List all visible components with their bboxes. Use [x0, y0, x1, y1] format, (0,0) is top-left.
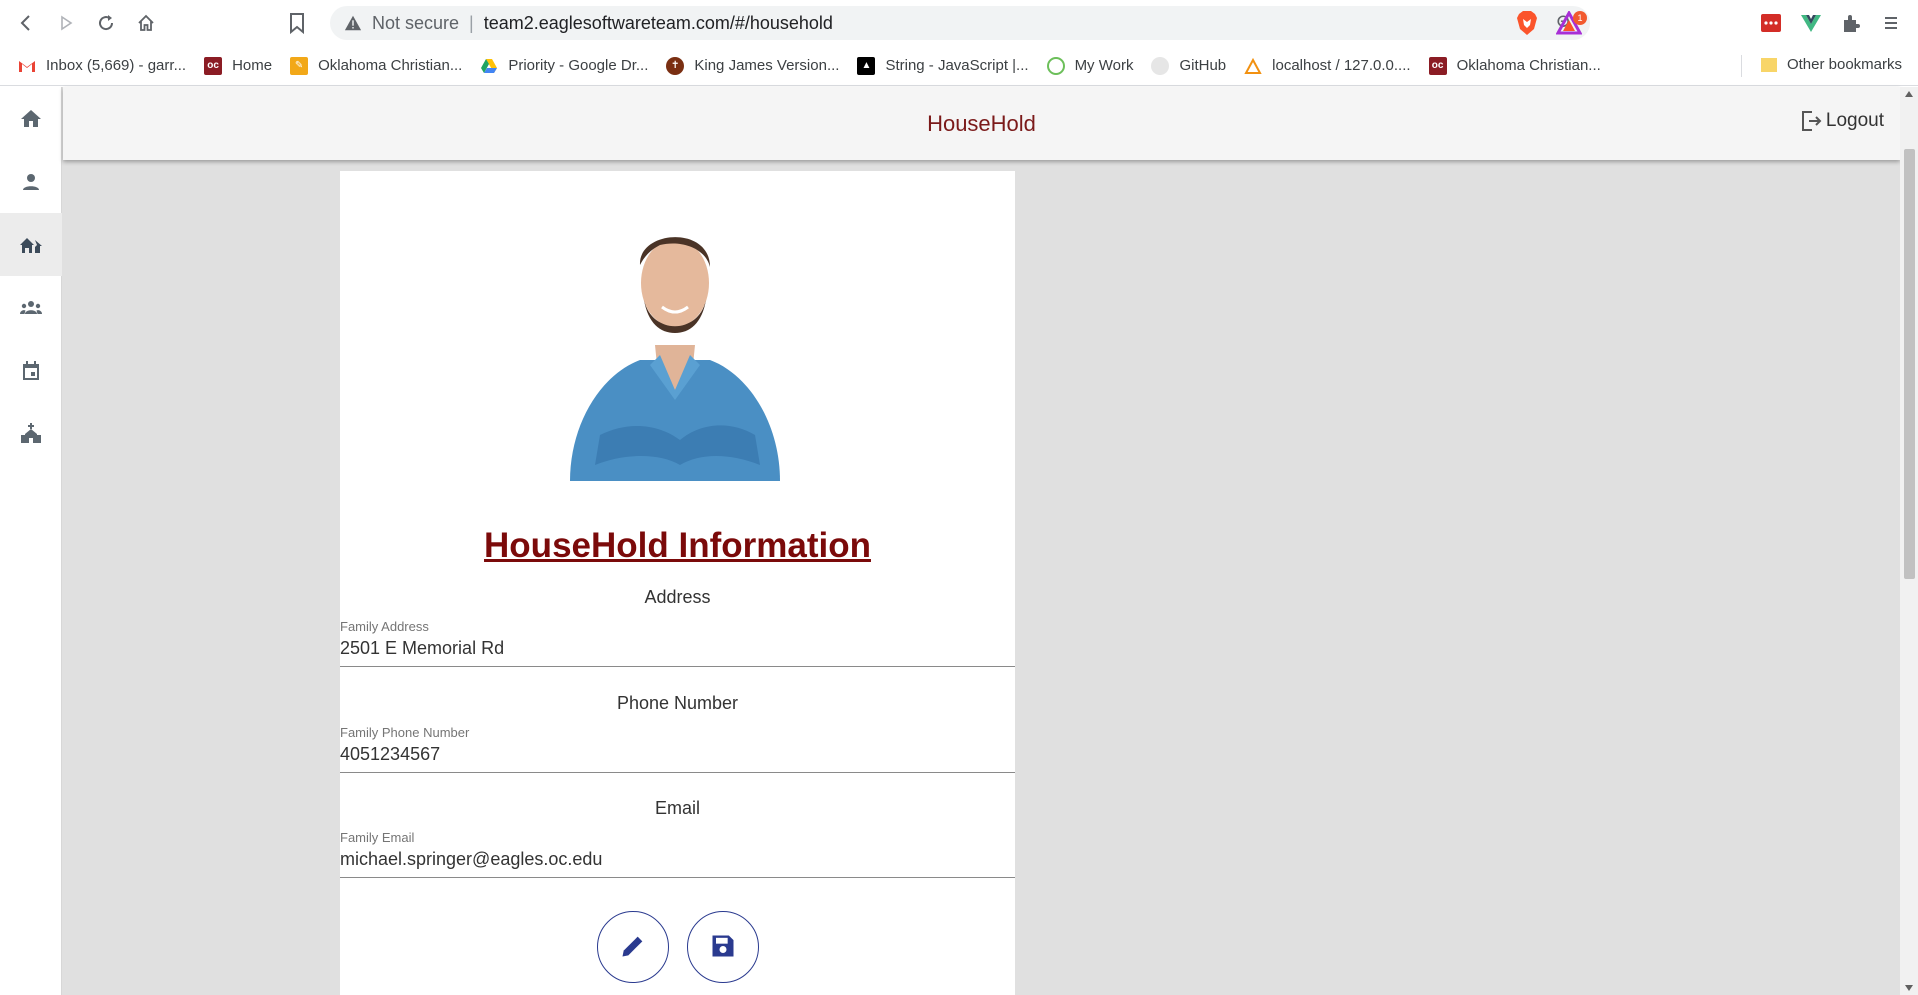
sidebar-item-church[interactable]	[0, 402, 62, 465]
page-title: HouseHold	[927, 110, 1036, 136]
scroll-down-arrow[interactable]	[1905, 985, 1913, 991]
scroll-thumb[interactable]	[1904, 149, 1915, 579]
arrow-forward-icon	[61, 15, 73, 31]
lastpass-icon[interactable]	[1760, 12, 1782, 34]
sidebar	[0, 87, 62, 995]
sidebar-item-calendar[interactable]	[0, 339, 62, 402]
bookmark-label: My Work	[1074, 57, 1134, 74]
sidebar-item-groups[interactable]	[0, 276, 62, 339]
phone-label: Family Phone Number	[340, 725, 470, 740]
groups-icon	[20, 300, 42, 314]
person-icon	[23, 173, 39, 190]
bookmark-item[interactable]: GitHub	[1151, 56, 1227, 75]
profile-photo	[570, 237, 780, 481]
home-outline-icon	[138, 14, 154, 31]
bookmark-item[interactable]: ▲ String - JavaScript |...	[857, 56, 1029, 75]
url-text: team2.eaglesoftwareteam.com/#/household	[483, 12, 833, 33]
other-bookmarks-label: Other bookmarks	[1786, 56, 1902, 73]
bookmark-label: localhost / 127.0.0....	[1272, 57, 1411, 74]
address-section-label: Address	[644, 587, 711, 607]
not-secure-label: Not secure	[372, 12, 460, 33]
address-label: Family Address	[340, 619, 429, 634]
arrow-back-icon	[20, 15, 30, 31]
google-drive-icon	[480, 57, 498, 75]
phone-section-label: Phone Number	[616, 693, 739, 713]
email-input[interactable]: michael.springer@eagles.oc.edu	[340, 847, 1015, 877]
bookmark-item[interactable]: ✎ Oklahoma Christian...	[290, 56, 463, 75]
bookmark-label: Home	[232, 57, 273, 74]
edit-button[interactable]	[597, 911, 669, 983]
forward-button[interactable]	[46, 3, 86, 43]
scroll-up-arrow[interactable]	[1905, 91, 1913, 97]
github-icon	[1151, 56, 1170, 75]
app-viewport: HouseHold Logout HouseHold Information A…	[0, 87, 1900, 995]
bookmark-label: Oklahoma Christian...	[318, 57, 463, 74]
logout-button[interactable]: Logout	[1800, 109, 1884, 133]
phpmyadmin-icon	[1244, 57, 1262, 75]
app-header: HouseHold Logout	[63, 87, 1900, 160]
email-section-label: Email	[654, 798, 700, 818]
back-button[interactable]	[6, 3, 46, 43]
home-button[interactable]	[126, 3, 166, 43]
url-separator: |	[469, 12, 474, 33]
logout-label: Logout	[1825, 110, 1884, 131]
rewards-badge: 1	[1573, 11, 1587, 25]
bookmark-label: Oklahoma Christian...	[1456, 57, 1601, 74]
pencil-icon: ✎	[290, 56, 309, 75]
bookmark-label: King James Version...	[694, 57, 840, 74]
bookmark-item[interactable]: oc Oklahoma Christian...	[1428, 56, 1601, 75]
bookmark-item[interactable]: Priority - Google Dr...	[480, 57, 648, 75]
folder-icon	[1760, 57, 1777, 72]
phone-field[interactable]: Phone Number Family Phone Number 4051234…	[340, 693, 1015, 773]
bookmark-item[interactable]: My Work	[1046, 56, 1134, 75]
extensions-icon[interactable]	[1840, 12, 1862, 34]
bookmark-item[interactable]: localhost / 127.0.0....	[1244, 57, 1411, 75]
calendar-icon	[23, 360, 39, 380]
brave-shields-icon[interactable]	[1515, 10, 1539, 36]
bookmark-label: GitHub	[1179, 57, 1227, 74]
bookmark-item[interactable]: Inbox (5,669) - garr...	[18, 57, 186, 75]
menu-icon[interactable]	[1880, 12, 1902, 34]
household-heading: HouseHold Information	[484, 526, 871, 565]
sidebar-item-person[interactable]	[0, 150, 62, 213]
bookmark-item[interactable]: ✝ King James Version...	[666, 56, 840, 75]
address-input[interactable]: 2501 E Memorial Rd	[340, 636, 1015, 666]
pencil-icon	[622, 936, 643, 957]
bookmark-label: String - JavaScript |...	[885, 57, 1029, 74]
warning-icon	[344, 15, 362, 31]
address-bar[interactable]: Not secure | team2.eaglesoftwareteam.com…	[330, 6, 1590, 40]
save-button[interactable]	[687, 911, 759, 983]
home-icon	[21, 109, 41, 127]
reload-button[interactable]	[86, 3, 126, 43]
oc-icon: oc	[204, 56, 223, 75]
email-field[interactable]: Email Family Email michael.springer@eagl…	[340, 798, 1015, 878]
page-scrollbar[interactable]	[1900, 87, 1918, 995]
browser-toolbar: Not secure | team2.eaglesoftwareteam.com…	[0, 0, 1918, 46]
bookmark-item[interactable]: oc Home	[204, 56, 273, 75]
bible-icon: ✝	[666, 56, 685, 75]
bookmark-icon[interactable]	[285, 11, 309, 35]
logout-icon	[1801, 111, 1822, 131]
bookmark-label: Priority - Google Dr...	[508, 57, 649, 74]
mdn-icon: ▲	[857, 56, 876, 75]
phone-input[interactable]: 4051234567	[340, 742, 1015, 772]
oc-icon: oc	[1428, 56, 1447, 75]
reload-icon	[99, 15, 114, 31]
sidebar-item-home[interactable]	[0, 87, 62, 150]
bookmarks-bar: Inbox (5,669) - garr... oc Home ✎ Oklaho…	[0, 46, 1918, 86]
church-icon	[21, 422, 41, 443]
house-family-icon	[20, 237, 42, 253]
email-label: Family Email	[340, 830, 415, 845]
bookmarks-divider	[1741, 55, 1742, 77]
save-icon	[712, 935, 734, 957]
gmail-icon	[18, 57, 36, 75]
bookmark-label: Inbox (5,669) - garr...	[46, 57, 187, 74]
other-bookmarks[interactable]: Other bookmarks	[1760, 56, 1902, 73]
household-card: HouseHold Information Address Family Add…	[340, 171, 1015, 995]
sidebar-item-household[interactable]	[0, 213, 62, 276]
vue-devtools-icon[interactable]	[1800, 12, 1822, 34]
address-field[interactable]: Address Family Address 2501 E Memorial R…	[340, 587, 1015, 667]
target-icon	[1046, 56, 1065, 75]
